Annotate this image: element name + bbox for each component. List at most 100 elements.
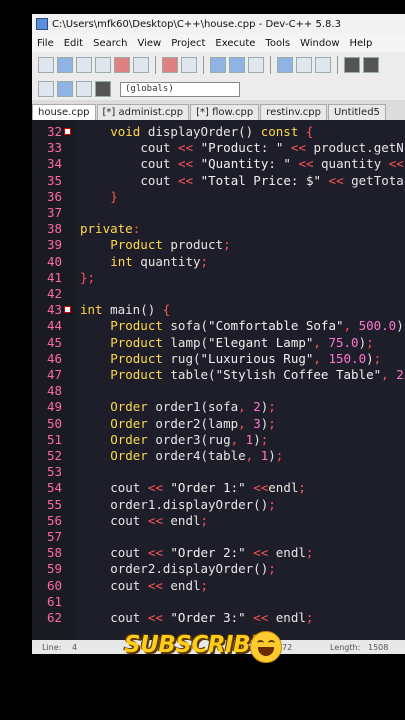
project-options-icon[interactable] <box>76 81 92 97</box>
code-line[interactable]: 60 cout << endl; <box>32 578 405 594</box>
redo-icon[interactable] <box>181 57 197 73</box>
insert-icon[interactable] <box>57 81 73 97</box>
goto-icon[interactable] <box>248 57 264 73</box>
code-token: "Order 1:" <box>170 480 254 496</box>
code-token: << <box>147 512 171 528</box>
save-icon[interactable] <box>76 57 92 73</box>
code-token: ; <box>305 545 314 561</box>
code-token: << <box>253 480 269 496</box>
line-number: 60 <box>46 577 62 593</box>
code-token: cout <box>110 545 148 561</box>
close-file-icon[interactable] <box>114 57 130 73</box>
code-token: endl <box>170 512 201 528</box>
run-icon[interactable] <box>363 57 379 73</box>
fold-marker-icon[interactable] <box>64 128 71 135</box>
code-line[interactable]: 40 int quantity; <box>32 254 405 270</box>
tab-flow-cpp[interactable]: [*] flow.cpp <box>190 104 260 120</box>
code-line[interactable]: 48 <box>32 383 405 399</box>
code-line[interactable]: 34 cout << "Quantity: " << quantity << <box>32 156 405 172</box>
code-line[interactable]: 58 cout << "Order 2:" << endl; <box>32 545 405 561</box>
find-icon[interactable] <box>210 57 226 73</box>
tab-house-cpp[interactable]: house.cpp <box>32 104 96 120</box>
save-all-icon[interactable] <box>95 57 111 73</box>
new-file-icon[interactable] <box>38 57 54 73</box>
new-class-icon[interactable] <box>38 81 54 97</box>
line-number: 40 <box>46 253 62 269</box>
fold-marker-icon[interactable] <box>64 306 71 314</box>
menu-search[interactable]: Search <box>88 38 132 49</box>
code-line[interactable]: 52 Order order4(table, 1); <box>32 448 405 464</box>
code-token: , <box>238 415 254 431</box>
code-line[interactable]: 54 cout << "Order 1:" <<endl; <box>32 480 405 496</box>
scope-dropdown[interactable]: (globals) <box>120 81 240 97</box>
code-line[interactable]: 41}; <box>32 270 405 286</box>
code-line[interactable]: 36} <box>32 189 405 205</box>
unindent-icon[interactable] <box>296 57 312 73</box>
code-line[interactable]: 39 Product product; <box>32 237 405 253</box>
code-line[interactable]: 32 void displayOrder() const { <box>32 124 405 140</box>
code-line[interactable]: 46 Product rug("Luxurious Rug", 150.0); <box>32 351 405 367</box>
code-editor[interactable]: 32 void displayOrder() const {33 cout << "… <box>32 120 405 640</box>
code-token: cout <box>140 172 179 188</box>
open-file-icon[interactable] <box>57 57 73 73</box>
code-token: 2 <box>253 399 261 415</box>
code-token: } <box>110 188 118 204</box>
code-line[interactable]: 50 Order order2(lamp, 3); <box>32 416 405 432</box>
menu-view[interactable]: View <box>132 38 166 49</box>
code-token: endl <box>275 545 306 561</box>
tab-restinv-cpp[interactable]: restinv.cpp <box>260 104 327 120</box>
indent-icon[interactable] <box>277 57 293 73</box>
menu-tools[interactable]: Tools <box>260 38 295 49</box>
menu-window[interactable]: Window <box>295 38 344 49</box>
line-number: 49 <box>46 399 62 415</box>
code-token: , <box>245 448 261 463</box>
code-line[interactable]: 35 cout << "Total Price: $" << getTota <box>32 173 405 189</box>
code-token: cout <box>140 156 179 172</box>
code-line[interactable]: 61 <box>32 594 405 610</box>
code-token: , <box>381 367 397 382</box>
line-number: 34 <box>46 156 62 172</box>
code-line[interactable]: 62 cout << "Order 3:" << endl; <box>32 610 405 626</box>
code-line[interactable]: 38 private: <box>32 221 405 237</box>
code-line[interactable]: 33 cout << "Product: " << product.getN <box>32 140 405 156</box>
code-text: Order order1(sofa, 2); <box>110 399 276 415</box>
menu-execute[interactable]: Execute <box>210 38 260 49</box>
code-line[interactable]: 43 int main() { <box>32 302 405 318</box>
code-token: ; <box>268 561 276 577</box>
print-icon[interactable] <box>133 57 149 73</box>
line-number: 53 <box>46 464 62 480</box>
code-token: << <box>178 156 201 172</box>
code-token: Order <box>110 448 156 463</box>
code-token: << <box>147 610 171 625</box>
code-text: void displayOrder() const { <box>110 124 313 140</box>
subscribe-overlay-text: SUBSCRIBE <box>124 632 266 658</box>
code-token: << <box>147 545 171 561</box>
code-line[interactable]: 55 order1.displayOrder(); <box>32 497 405 513</box>
replace-icon[interactable] <box>229 57 245 73</box>
line-number: 46 <box>46 350 62 366</box>
menu-edit[interactable]: Edit <box>59 38 88 49</box>
code-line[interactable]: 47 Product table("Stylish Coffee Table", … <box>32 367 405 383</box>
tab-administ-cpp[interactable]: [*] administ.cpp <box>96 104 190 120</box>
code-line[interactable]: 37 <box>32 205 405 221</box>
code-text: cout << "Order 1:" <<endl; <box>110 480 306 496</box>
code-line[interactable]: 53 <box>32 464 405 480</box>
code-line[interactable]: 51 Order order3(rug, 1); <box>32 432 405 448</box>
code-line[interactable]: 42 <box>32 286 405 302</box>
code-line[interactable]: 57 <box>32 529 405 545</box>
menu-help[interactable]: Help <box>345 38 378 49</box>
toggle-comment-icon[interactable] <box>315 57 331 73</box>
undo-icon[interactable] <box>162 57 178 73</box>
code-line[interactable]: 59 order2.displayOrder(); <box>32 561 405 577</box>
code-line[interactable]: 49 Order order1(sofa, 2); <box>32 399 405 415</box>
code-token: endl <box>170 577 201 593</box>
code-line[interactable]: 44 Product sofa("Comfortable Sofa", 500.0… <box>32 318 405 334</box>
code-line[interactable]: 56 cout << endl; <box>32 513 405 529</box>
tab-untitled5[interactable]: Untitled5 <box>327 104 386 120</box>
menu-project[interactable]: Project <box>166 38 210 49</box>
code-line[interactable]: 45 Product lamp("Elegant Lamp", 75.0); <box>32 335 405 351</box>
bookmark-icon[interactable] <box>95 81 111 97</box>
code-token: << <box>253 545 276 561</box>
menu-file[interactable]: File <box>32 38 59 49</box>
compile-icon[interactable] <box>344 57 360 73</box>
